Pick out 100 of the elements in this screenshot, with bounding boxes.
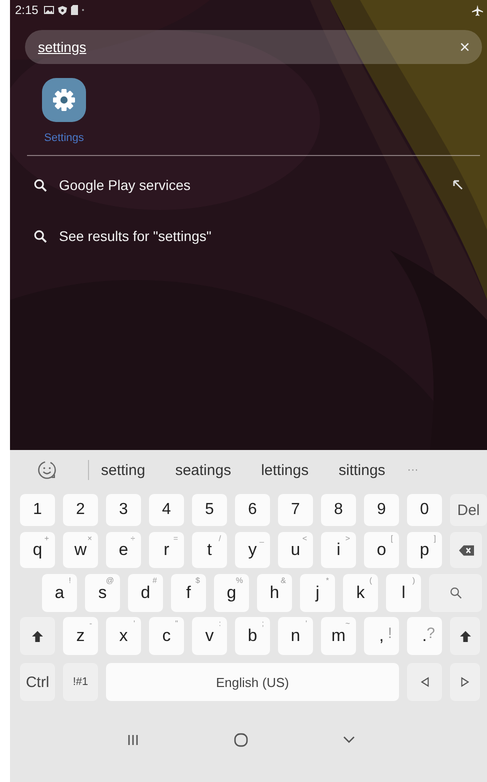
key-hint: & — [280, 576, 286, 585]
key[interactable]: e ÷ — [106, 532, 141, 568]
key[interactable]: t / — [192, 532, 227, 568]
search-icon — [34, 178, 47, 192]
triangle-left-icon — [420, 677, 428, 687]
key-hint: ! — [68, 576, 71, 585]
key[interactable]: c " — [149, 617, 184, 655]
triangle-right-icon — [461, 677, 469, 687]
key-hint: + — [44, 534, 49, 543]
key[interactable]: y _ — [235, 532, 270, 568]
key[interactable]: 0 — [407, 494, 442, 526]
key[interactable]: r = — [149, 532, 184, 568]
space-bar[interactable]: English (US) — [106, 663, 399, 701]
image-icon — [44, 6, 54, 14]
airplane-icon — [472, 4, 483, 16]
function-key[interactable]: !#1 — [63, 663, 98, 701]
key[interactable]: s @ — [85, 574, 120, 612]
key-hint: ÷ — [130, 534, 135, 543]
app-label[interactable]: Settings — [44, 132, 84, 144]
key-hint: - — [89, 619, 92, 628]
key[interactable]: 9 — [364, 494, 399, 526]
key-hint: < — [302, 534, 307, 543]
key-hint: % — [236, 576, 243, 585]
arrow-up-left-icon[interactable] — [453, 180, 463, 190]
key-hint: @ — [106, 576, 114, 585]
key[interactable]: h & — [257, 574, 292, 612]
shift-icon — [32, 630, 43, 642]
search-icon — [34, 230, 47, 242]
key-hint: = — [173, 534, 178, 543]
key[interactable]: w × — [63, 532, 98, 568]
key-hint: ] — [434, 534, 436, 543]
key[interactable]: v : — [192, 617, 227, 655]
word-suggestion[interactable]: setting — [101, 462, 146, 478]
key-hint: ; — [262, 619, 264, 628]
key[interactable]: g % — [214, 574, 249, 612]
key-hint: ) — [412, 576, 415, 585]
key[interactable]: q + — [20, 532, 55, 568]
key[interactable]: l ) — [386, 574, 421, 612]
key-hint: ( — [369, 576, 372, 585]
key[interactable]: m ~ — [321, 617, 356, 655]
backspace-icon — [458, 544, 474, 556]
chevron-down-icon[interactable] — [342, 736, 354, 744]
function-key[interactable]: Del — [450, 494, 487, 526]
key[interactable]: d # — [128, 574, 163, 612]
key-hint: ' — [305, 619, 307, 628]
key-hint: ' — [133, 619, 135, 628]
key[interactable]: n ' — [278, 617, 313, 655]
search-suggestion[interactable]: See results for "settings" — [59, 228, 212, 244]
key-hint: ? — [426, 625, 435, 642]
key[interactable]: x ' — [106, 617, 141, 655]
gear-icon[interactable] — [42, 78, 86, 122]
key-hint: ~ — [345, 619, 350, 628]
clear-button[interactable]: × — [459, 38, 470, 56]
key[interactable]: 5 — [192, 494, 227, 526]
key[interactable]: o [ — [364, 532, 399, 568]
key[interactable]: i > — [321, 532, 356, 568]
key[interactable]: 3 — [106, 494, 141, 526]
shield-icon — [58, 6, 68, 14]
shift-icon — [460, 630, 470, 642]
smiley-icon[interactable] — [36, 459, 58, 481]
key[interactable]: 7 — [278, 494, 313, 526]
key[interactable]: .? — [407, 617, 442, 655]
key[interactable]: 8 — [321, 494, 356, 526]
key-hint: / — [218, 534, 221, 543]
key[interactable]: z - — [63, 617, 98, 655]
key-hint: ! — [388, 625, 392, 642]
key-hint: > — [345, 534, 350, 543]
word-suggestion[interactable]: sittings — [338, 462, 386, 478]
key-hint: [ — [390, 534, 393, 543]
key[interactable]: p ] — [407, 532, 442, 568]
word-suggestion[interactable]: lettings — [261, 462, 309, 478]
word-suggestion[interactable]: seatings — [175, 462, 232, 478]
recent-apps-icon[interactable] — [126, 734, 138, 746]
key-hint: $ — [196, 576, 200, 585]
key-hint: : — [218, 619, 221, 628]
key[interactable]: 1 — [20, 494, 55, 526]
search-icon — [450, 587, 462, 599]
key-hint: # — [152, 576, 157, 585]
status-time: 2:15 — [15, 3, 38, 17]
function-key[interactable]: Ctrl — [20, 663, 55, 701]
key[interactable]: 2 — [63, 494, 98, 526]
shift-key[interactable] — [450, 617, 480, 655]
key-hint: " — [175, 619, 178, 628]
key[interactable]: k ( — [343, 574, 378, 612]
key-hint: _ — [260, 534, 264, 543]
shift-key[interactable] — [20, 617, 55, 655]
key-hint: * — [326, 576, 329, 585]
key[interactable]: a ! — [42, 574, 77, 612]
search-suggestion[interactable]: Google Play services — [59, 177, 191, 193]
key[interactable]: b ; — [235, 617, 270, 655]
key[interactable]: , ! — [364, 617, 399, 655]
key-hint: × — [87, 534, 92, 543]
home-icon[interactable] — [234, 732, 248, 746]
search-field[interactable]: settings × — [25, 30, 482, 64]
key[interactable]: 6 — [235, 494, 270, 526]
key[interactable]: f $ — [171, 574, 206, 612]
key[interactable]: j * — [300, 574, 335, 612]
key[interactable]: 4 — [149, 494, 184, 526]
backspace-key[interactable] — [450, 532, 482, 568]
key[interactable]: u < — [278, 532, 313, 568]
